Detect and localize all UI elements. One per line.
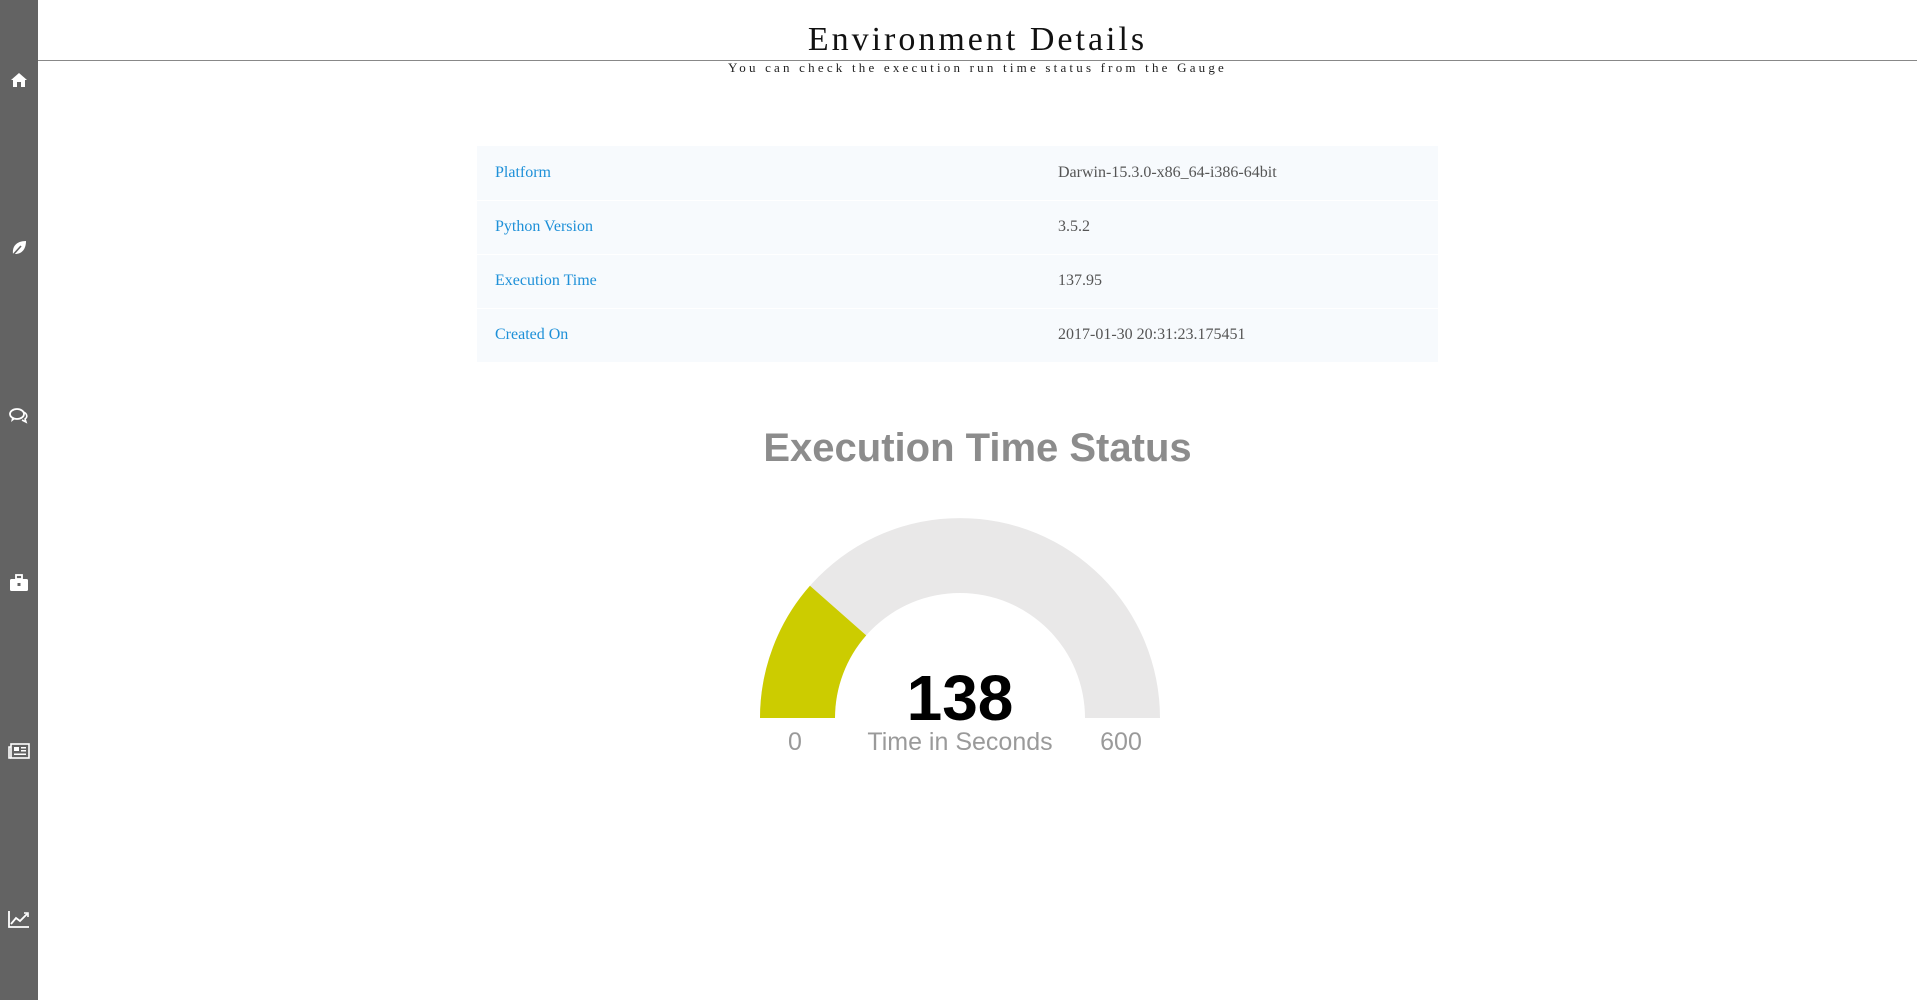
newspaper-icon <box>8 743 30 759</box>
table-row: Execution Time 137.95 <box>477 254 1438 308</box>
sidebar-item-newspaper[interactable] <box>0 731 38 771</box>
env-value: 3.5.2 <box>1058 218 1090 235</box>
sidebar-item-briefcase[interactable] <box>0 563 38 603</box>
page-title: Environment Details <box>807 21 1148 58</box>
comments-icon <box>9 408 28 424</box>
gauge-min-label: 0 <box>788 728 802 756</box>
env-key: Created On <box>495 326 569 343</box>
sidebar <box>0 0 38 1000</box>
line-chart-icon <box>8 911 29 928</box>
env-key: Execution Time <box>495 272 597 289</box>
sidebar-item-comments[interactable] <box>0 396 38 436</box>
env-key: Platform <box>495 163 551 181</box>
page-header: Environment Details <box>38 0 1917 61</box>
env-key: Python Version <box>495 218 593 235</box>
sidebar-item-leaf[interactable] <box>0 228 38 268</box>
briefcase-icon <box>10 574 28 591</box>
sidebar-item-chart[interactable] <box>0 899 38 939</box>
home-icon <box>11 73 27 87</box>
gauge-value-label: 138 <box>907 662 1014 734</box>
page-subtitle: You can check the execution run time sta… <box>727 60 1228 75</box>
environment-table: Platform Darwin-15.3.0-x86_64-i386-64bit… <box>477 146 1438 363</box>
execution-time-gauge: 138 Time in Seconds 0 600 <box>760 518 1160 756</box>
gauge-max-label: 600 <box>1100 728 1142 756</box>
env-value: 2017-01-30 20:31:23.175451 <box>1058 326 1246 343</box>
leaf-icon <box>11 241 26 257</box>
table-row: Created On 2017-01-30 20:31:23.175451 <box>477 308 1438 362</box>
sidebar-item-home[interactable] <box>0 60 38 100</box>
gauge-unit-label: Time in Seconds <box>867 728 1052 756</box>
gauge-title: Execution Time Status <box>763 426 1192 470</box>
table-row: Platform Darwin-15.3.0-x86_64-i386-64bit <box>477 146 1438 200</box>
env-value: 137.95 <box>1058 272 1102 289</box>
env-value: Darwin-15.3.0-x86_64-i386-64bit <box>1058 163 1277 181</box>
table-row: Python Version 3.5.2 <box>477 200 1438 254</box>
